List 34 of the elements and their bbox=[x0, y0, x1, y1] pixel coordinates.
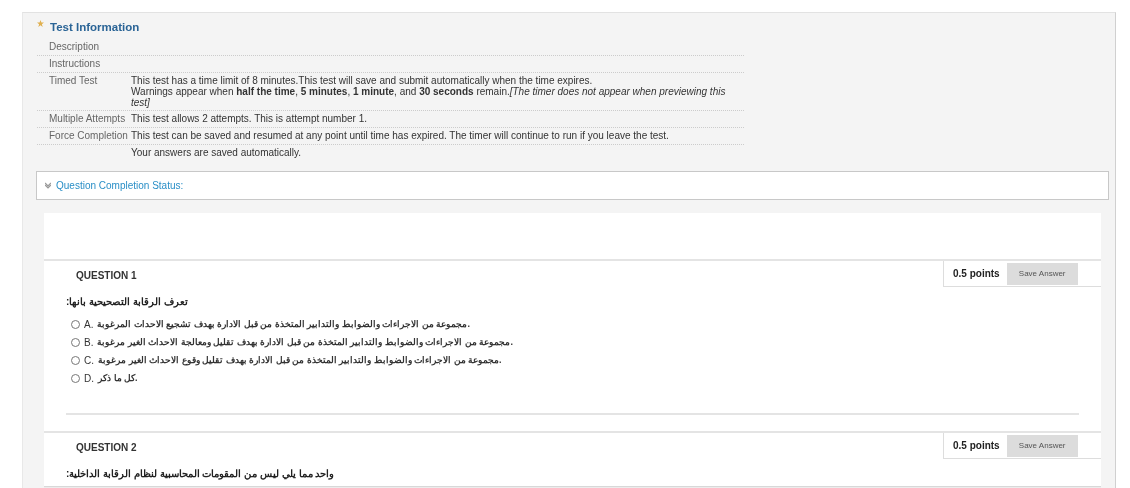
save-answer-button[interactable]: Save Answer bbox=[1006, 262, 1078, 285]
radio-button[interactable] bbox=[71, 337, 80, 347]
radio-button[interactable] bbox=[71, 373, 80, 383]
question-title: QUESTION 2 bbox=[75, 441, 137, 455]
radio-button[interactable] bbox=[71, 319, 80, 329]
option-letter: D. bbox=[84, 372, 94, 384]
points-label: 0.5 points bbox=[953, 440, 1000, 451]
field-text: This test allows 2 attempts. This is attempt number 1. bbox=[131, 113, 368, 124]
status-label: Question Completion Status: bbox=[56, 180, 184, 191]
field-text: Your answers are saved automatically. bbox=[131, 147, 302, 158]
radio-button[interactable] bbox=[71, 355, 80, 365]
question-title: QUESTION 1 bbox=[75, 269, 137, 283]
option-text: مجموعة من الاجراءات والضوابط والتدابير المتخذة من قبل الادارة بهدف تشجيع الاحدات المرغوبة. bbox=[97, 319, 470, 329]
field-label: Description bbox=[49, 41, 101, 53]
option-text: مجموعة من الاجراءات والضوابط والتدابير المتخذة من قبل الادارة بهدف تقليل وقوع الاحداث الغير مرغوبة. bbox=[98, 355, 502, 365]
option-letter: B. bbox=[84, 336, 94, 348]
question-text: تعرف الرقابة التصحيحية بانها: bbox=[66, 296, 188, 307]
field-text: This test can be saved and resumed at any point until time has expired. The timer will continue to run if you leave the test. bbox=[131, 130, 669, 141]
field-text: This test has a time limit of 8 minutes.This test will save and submit automatically when the time expires. bbox=[131, 75, 593, 86]
completion-status-bar[interactable]: Question Completion Status: bbox=[36, 171, 1109, 200]
option-text: مجموعة من الاجراءات والضوابط والتدابير المتخذة من قبل الادارة بهدف تقليل ومعالجة الاحداث الغير مرغوبة. bbox=[97, 337, 513, 347]
points-label: 0.5 points bbox=[953, 268, 1000, 279]
field-label: Instructions bbox=[49, 58, 102, 70]
field-label: Force Completion bbox=[49, 130, 129, 142]
field-text: Warnings appear when half the time, 5 minutes, 1 minute, and 30 seconds remain.[The timer does not appear when previewing this test] bbox=[131, 86, 727, 108]
option-text: كل ما ذكر. bbox=[98, 373, 138, 383]
option-letter: A. bbox=[84, 318, 94, 330]
star-icon bbox=[37, 19, 44, 27]
question-text: واحد مما يلي ليس من المقومات المحاسبية لنظام الرقابة الداخلية: bbox=[66, 468, 335, 479]
field-label: Multiple Attempts bbox=[49, 113, 127, 125]
save-answer-button[interactable]: Save Answer bbox=[1006, 434, 1078, 457]
option-letter: C. bbox=[84, 354, 94, 366]
field-label: Timed Test bbox=[49, 75, 99, 88]
section-title: Test Information bbox=[50, 21, 140, 33]
